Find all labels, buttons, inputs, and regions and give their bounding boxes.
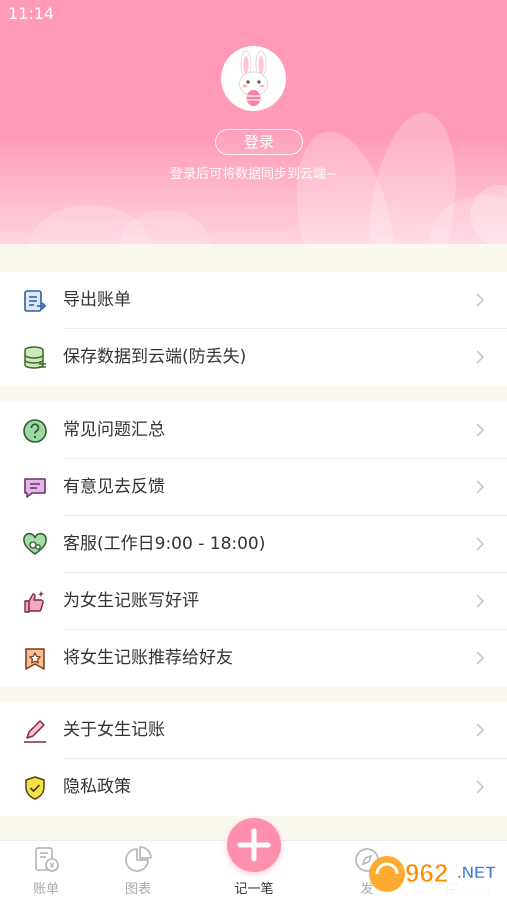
chevron-right-icon — [476, 423, 485, 437]
add-record-button[interactable] — [227, 818, 281, 872]
watermark-text: 乐游网 — [445, 881, 491, 900]
cloud-decoration — [120, 210, 210, 244]
tab-label: 图表 — [124, 882, 151, 897]
menu-item-rate-app[interactable]: 为女生记账写好评 — [0, 573, 507, 630]
customer-service-icon — [23, 532, 47, 555]
menu-item-label: 客服(工作日9:00 - 18:00) — [63, 534, 266, 554]
tab-label: 记一笔 — [234, 882, 274, 897]
profile-header: 11:14 登录 登录后可将数据同步到云端~ — [0, 0, 507, 244]
menu-item-faq[interactable]: 常见问题汇总 — [0, 402, 507, 459]
chevron-right-icon — [476, 537, 485, 551]
tab-chart[interactable]: 图表 — [98, 841, 178, 901]
settings-group-support: 常见问题汇总 有意见去反馈 客服(工作日9:00 - 18:00) 为女生记账写… — [0, 402, 507, 687]
svg-text:962: 962 — [405, 858, 448, 888]
menu-item-label: 隐私政策 — [63, 777, 131, 797]
add-icon — [237, 828, 271, 862]
pie-chart-icon — [125, 846, 152, 872]
thumbs-up-icon — [24, 591, 44, 613]
chevron-right-icon — [476, 480, 485, 494]
status-bar-time: 11:14 — [8, 4, 55, 23]
menu-item-recommend[interactable]: 将女生记账推荐给好友 — [0, 630, 507, 687]
chevron-right-icon — [476, 350, 485, 364]
menu-item-label: 导出账单 — [63, 290, 131, 310]
shield-icon — [25, 776, 45, 800]
recommend-star-icon — [25, 648, 45, 670]
menu-item-label: 为女生记账写好评 — [63, 591, 199, 611]
menu-item-about[interactable]: 关于女生记账 — [0, 702, 507, 759]
menu-item-export-bill[interactable]: 导出账单 — [0, 272, 507, 329]
menu-item-label: 将女生记账推荐给好友 — [63, 648, 233, 668]
chevron-right-icon — [476, 594, 485, 608]
settings-group-data: 导出账单 保存数据到云端(防丢失) — [0, 272, 507, 386]
export-bill-icon — [24, 290, 47, 312]
tab-bill[interactable]: 账单 — [6, 841, 86, 901]
menu-item-save-cloud[interactable]: 保存数据到云端(防丢失) — [0, 329, 507, 386]
pencil-icon — [24, 720, 46, 743]
login-button[interactable]: 登录 — [215, 129, 303, 155]
menu-item-label: 关于女生记账 — [63, 720, 165, 740]
menu-item-label: 保存数据到云端(防丢失) — [63, 347, 247, 367]
settings-group-about: 关于女生记账 隐私政策 — [0, 702, 507, 816]
chevron-right-icon — [476, 723, 485, 737]
chevron-right-icon — [476, 293, 485, 307]
menu-item-privacy[interactable]: 隐私政策 — [0, 759, 507, 816]
watermark: 962 .NET 乐游网 — [365, 852, 507, 901]
menu-item-label: 有意见去反馈 — [63, 477, 165, 497]
avatar[interactable] — [221, 46, 286, 111]
cloud-database-icon — [24, 346, 46, 369]
login-hint: 登录后可将数据同步到云端~ — [170, 167, 337, 182]
question-icon — [23, 419, 47, 443]
menu-item-feedback[interactable]: 有意见去反馈 — [0, 459, 507, 516]
chevron-right-icon — [476, 780, 485, 794]
tab-label: 账单 — [32, 882, 59, 897]
menu-item-customer-service[interactable]: 客服(工作日9:00 - 18:00) — [0, 516, 507, 573]
menu-item-label: 常见问题汇总 — [63, 420, 165, 440]
bill-icon — [35, 847, 59, 872]
bunny-avatar-icon — [239, 50, 268, 106]
chevron-right-icon — [476, 651, 485, 665]
feedback-icon — [24, 478, 46, 498]
